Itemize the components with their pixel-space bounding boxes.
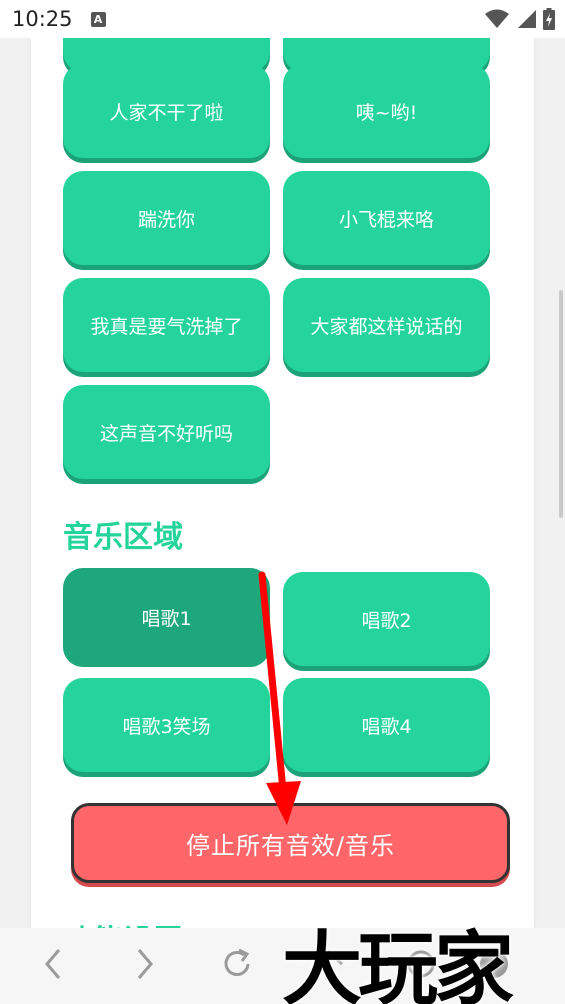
- music-button[interactable]: 唱歌2: [283, 572, 490, 666]
- watermark: 大玩家: [282, 922, 514, 1004]
- sound-button[interactable]: 这声音不好听吗: [63, 385, 270, 479]
- music-button-pressed[interactable]: 唱歌1: [63, 568, 270, 667]
- signal-icon: [518, 10, 536, 28]
- scrollbar[interactable]: [559, 290, 563, 518]
- status-icons: [485, 8, 555, 30]
- music-button[interactable]: 唱歌4: [283, 678, 490, 772]
- chevron-right-icon[interactable]: [134, 946, 156, 982]
- content-card: 人家不干了啦 咦~哟! 踹洗你 小飞棍来咯 我真是要气洗掉了 大家都这样说话的 …: [31, 38, 534, 928]
- music-section-title: 音乐区域: [63, 520, 183, 555]
- chevron-left-icon[interactable]: [42, 946, 64, 982]
- sound-button[interactable]: 我真是要气洗掉了: [63, 278, 270, 372]
- sound-button[interactable]: 咦~哟!: [283, 64, 490, 158]
- reload-icon[interactable]: [220, 946, 254, 982]
- status-bar: 10:25 A: [0, 0, 565, 38]
- sound-button[interactable]: 大家都这样说话的: [283, 278, 490, 372]
- music-button[interactable]: 唱歌3笑场: [63, 678, 270, 772]
- status-time: 10:25: [12, 7, 73, 31]
- sound-button[interactable]: 人家不干了啦: [63, 64, 270, 158]
- sound-button[interactable]: 踹洗你: [63, 171, 270, 265]
- wifi-icon: [485, 9, 509, 28]
- stop-all-button[interactable]: 停止所有音效/音乐: [71, 803, 510, 883]
- sound-button[interactable]: 小飞棍来咯: [283, 171, 490, 265]
- battery-charging-icon: [543, 8, 555, 30]
- settings-section-title: 功能设置: [63, 916, 183, 928]
- notification-icon: A: [90, 11, 106, 27]
